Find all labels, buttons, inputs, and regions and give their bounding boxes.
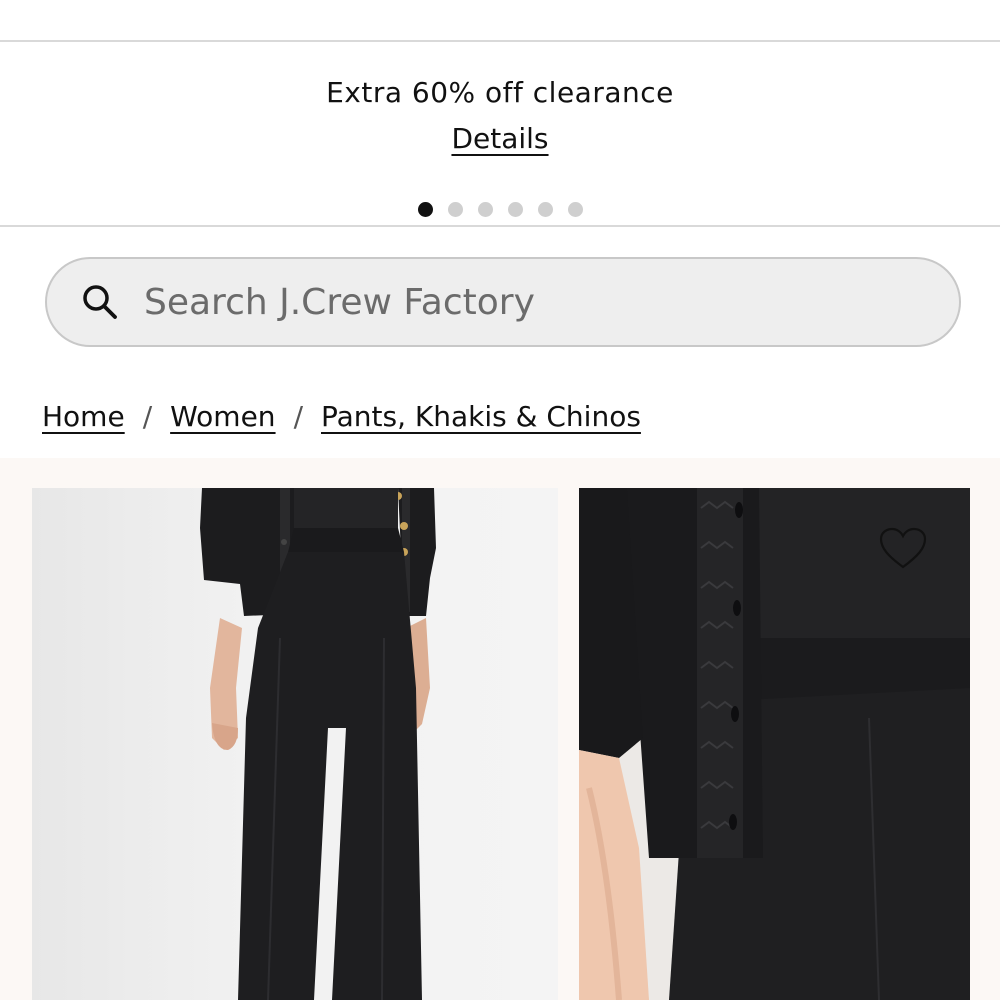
promo-divider: [0, 225, 1000, 227]
search-icon[interactable]: [80, 282, 120, 322]
breadcrumb: Home / Women / Pants, Khakis & Chinos: [42, 400, 641, 433]
promo-details-link[interactable]: Details: [0, 122, 1000, 155]
product-image-front[interactable]: [32, 488, 558, 1000]
carousel-dots: [0, 202, 1000, 217]
breadcrumb-separator: /: [142, 400, 153, 433]
breadcrumb-home[interactable]: Home: [42, 400, 125, 433]
product-gallery: [0, 458, 1000, 1000]
breadcrumb-pants[interactable]: Pants, Khakis & Chinos: [321, 400, 641, 433]
wishlist-heart-icon[interactable]: [878, 526, 928, 570]
carousel-dot-4[interactable]: [507, 202, 523, 217]
breadcrumb-separator: /: [293, 400, 303, 433]
carousel-dot-1[interactable]: [417, 202, 433, 217]
carousel-dot-2[interactable]: [447, 202, 463, 217]
carousel-dot-6[interactable]: [567, 202, 583, 217]
search-bar[interactable]: [45, 257, 961, 347]
promo-text: Extra 60% off clearance: [326, 76, 674, 109]
carousel-dot-3[interactable]: [477, 202, 493, 217]
carousel-dot-5[interactable]: [537, 202, 553, 217]
search-input[interactable]: [144, 281, 924, 323]
breadcrumb-women[interactable]: Women: [170, 400, 275, 433]
promo-banner: Extra 60% off clearance Details: [0, 42, 1000, 226]
